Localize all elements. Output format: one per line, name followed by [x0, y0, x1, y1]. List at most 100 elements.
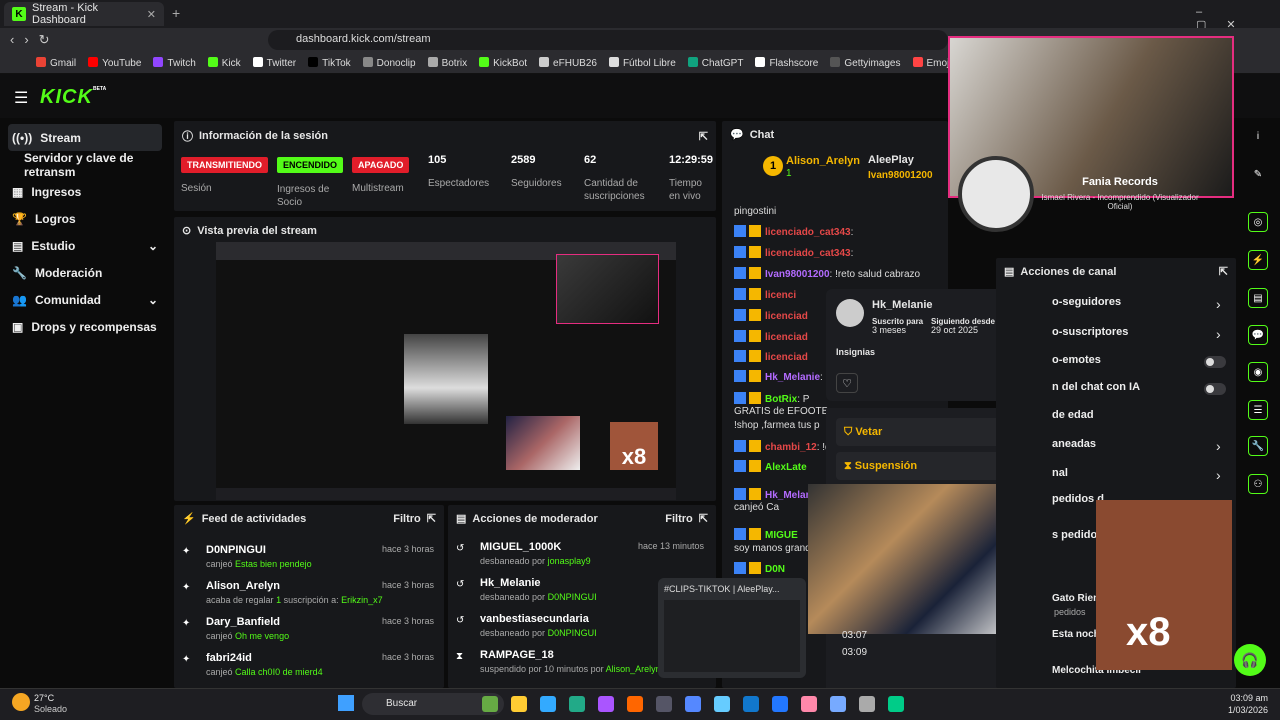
- bookmark-item[interactable]: eFHUB26: [539, 56, 597, 69]
- chat-message[interactable]: licenci: [734, 288, 796, 301]
- chat-message[interactable]: MIGUE: [734, 528, 798, 541]
- taskbar-app-icon[interactable]: [830, 696, 846, 712]
- clips-popup[interactable]: #CLIPS-TIKTOK | AleePlay...: [658, 578, 806, 678]
- url-field[interactable]: dashboard.kick.com/stream: [268, 30, 948, 50]
- bookmark-item[interactable]: Fútbol Libre: [608, 56, 676, 69]
- channel-action-item[interactable]: aneadas: [1052, 438, 1096, 450]
- chat-message[interactable]: pingostini: [734, 206, 776, 217]
- popout-icon[interactable]: ⇱: [1219, 265, 1228, 278]
- chat-message[interactable]: licenciado_cat343:: [734, 246, 853, 259]
- sidebar-item-estudio[interactable]: ▤ Estudio ⌄: [0, 232, 170, 259]
- popout-icon[interactable]: ⇱: [699, 130, 708, 143]
- chat-message[interactable]: !shop ,farmea tus p: [734, 420, 820, 431]
- top-gifter-2-name[interactable]: AleePlay: [868, 154, 914, 166]
- channel-action-item[interactable]: nal: [1052, 467, 1068, 479]
- taskbar-app-icon[interactable]: [743, 696, 759, 712]
- list-item[interactable]: ✦ D0NPINGUI hace 3 horas canjeó Estas bien …: [182, 544, 442, 569]
- wrench-icon[interactable]: 🔧: [1248, 436, 1268, 456]
- taskbar-app-icon[interactable]: [714, 696, 730, 712]
- chat-message[interactable]: GRATIS de EFOOTB: [734, 406, 828, 417]
- taskbar-app-icon[interactable]: [685, 696, 701, 712]
- taskbar-app-icon[interactable]: [511, 696, 527, 712]
- sidebar-item-server[interactable]: Servidor y clave de retransm: [0, 151, 170, 179]
- users-icon[interactable]: ⚇: [1248, 474, 1268, 494]
- bookmark-item[interactable]: KickBot: [479, 56, 527, 69]
- taskbar-app-icon[interactable]: [888, 696, 904, 712]
- bookmark-item[interactable]: Gettyimages: [830, 56, 901, 69]
- top-gifter-name[interactable]: Alison_Arelyn: [786, 155, 860, 167]
- chat-message[interactable]: licenciad: [734, 309, 808, 322]
- bookmark-item[interactable]: YouTube: [88, 56, 141, 69]
- support-icon[interactable]: 🎧: [1234, 644, 1266, 676]
- taskbar-app-icon[interactable]: [772, 696, 788, 712]
- kick-logo[interactable]: KICK: [40, 86, 93, 109]
- note-icon[interactable]: ▤: [1248, 288, 1268, 308]
- feed-filter-button[interactable]: Filtro: [393, 513, 421, 525]
- new-tab-icon[interactable]: +: [172, 5, 180, 21]
- list-item[interactable]: ✦ Alison_Arelyn hace 3 horas acaba de regal…: [182, 580, 442, 605]
- channel-action-item[interactable]: o-seguidores: [1052, 296, 1121, 308]
- bookmark-item[interactable]: Twitter: [252, 56, 296, 69]
- top-gifter-3-name[interactable]: Ivan98001200: [868, 170, 933, 181]
- list-item[interactable]: ✦ fabri24id hace 3 horas canjeó Calla ch0I0…: [182, 652, 442, 677]
- popout-icon[interactable]: ⇱: [699, 512, 708, 525]
- bookmark-item[interactable]: Donoclip: [362, 56, 416, 69]
- nav-arrows-icon[interactable]: ‹›↻: [10, 32, 60, 48]
- sidebar-item-logros[interactable]: 🏆 Logros: [0, 205, 170, 232]
- chat-bubble-icon[interactable]: 💬: [1248, 325, 1268, 345]
- camera-icon[interactable]: ◎: [1248, 212, 1268, 232]
- taskbar-app-icon[interactable]: [540, 696, 556, 712]
- chat-message[interactable]: Hk_Melanie:: [734, 370, 823, 383]
- taskbar-app-icon[interactable]: [627, 696, 643, 712]
- menu-icon[interactable]: ☰: [14, 88, 28, 108]
- channel-action-item[interactable]: de edad: [1052, 409, 1094, 421]
- bookmark-item[interactable]: Kick: [207, 56, 241, 69]
- bolt-icon[interactable]: ⚡: [1248, 250, 1268, 270]
- sidebar-item-comunidad[interactable]: 👥 Comunidad ⌄: [0, 286, 170, 313]
- chevron-right-icon[interactable]: ›: [1216, 467, 1221, 483]
- mod-filter-button[interactable]: Filtro: [665, 513, 693, 525]
- sidebar-item-moderacion[interactable]: 🔧 Moderación: [0, 259, 170, 286]
- layers-icon[interactable]: ☰: [1248, 400, 1268, 420]
- taskbar-app-icon[interactable]: [801, 696, 817, 712]
- sidebar-item-drops[interactable]: ▣ Drops y recompensas: [0, 313, 170, 340]
- bookmark-item[interactable]: Botrix: [427, 56, 467, 69]
- emotes-only-toggle[interactable]: [1204, 383, 1226, 395]
- chevron-right-icon[interactable]: ›: [1216, 296, 1221, 312]
- channel-action-item[interactable]: o-suscriptores: [1052, 326, 1128, 338]
- bookmark-item[interactable]: Gmail: [36, 56, 76, 69]
- chat-message[interactable]: BotRix: P: [734, 392, 809, 405]
- taskbar-app-icon[interactable]: [598, 696, 614, 712]
- bookmark-item[interactable]: Emoji: [912, 56, 952, 69]
- request-item[interactable]: Gato Rien: [1052, 593, 1099, 604]
- windows-start-icon[interactable]: [338, 695, 354, 711]
- info-icon[interactable]: i: [1248, 126, 1268, 146]
- table-row[interactable]: ↺ MIGUEL_1000K hace 13 minutos desbaneado p…: [456, 541, 712, 566]
- chat-message[interactable]: licenciad: [734, 330, 808, 343]
- browser-tab[interactable]: K Stream - Kick Dashboard ✕: [4, 2, 164, 26]
- broadcast-icon[interactable]: ◉: [1248, 362, 1268, 382]
- chat-message[interactable]: D0N: [734, 562, 785, 575]
- bookmark-item[interactable]: Twitch: [153, 56, 196, 69]
- chat-message[interactable]: soy manos grande: [734, 543, 816, 554]
- channel-action-item[interactable]: o-emotes: [1052, 354, 1101, 366]
- heart-icon[interactable]: ♡: [836, 373, 858, 393]
- taskbar-app-icon[interactable]: [656, 696, 672, 712]
- list-item[interactable]: ✦ Dary_Banfield hace 3 horas canjeó Oh me v…: [182, 616, 442, 641]
- chevron-right-icon[interactable]: ›: [1216, 438, 1221, 454]
- taskbar-app-icon[interactable]: [482, 696, 498, 712]
- chat-message[interactable]: AlexLate: [734, 460, 807, 473]
- taskbar-app-icon[interactable]: [859, 696, 875, 712]
- sidebar-item-stream[interactable]: ((•)) Stream: [8, 124, 162, 151]
- chat-message[interactable]: licenciad: [734, 350, 808, 363]
- close-tab-icon[interactable]: ✕: [147, 8, 156, 21]
- subs-only-toggle[interactable]: [1204, 356, 1226, 368]
- chat-message[interactable]: canjeó Ca: [734, 502, 779, 513]
- chat-message[interactable]: licenciado_cat343:: [734, 225, 853, 238]
- channel-action-item[interactable]: n del chat con IA: [1052, 381, 1140, 393]
- chevron-right-icon[interactable]: ›: [1216, 326, 1221, 342]
- taskbar-app-icon[interactable]: [569, 696, 585, 712]
- bookmark-item[interactable]: ChatGPT: [687, 56, 743, 69]
- popout-icon[interactable]: ⇱: [427, 512, 436, 525]
- bookmark-item[interactable]: TikTok: [308, 56, 351, 69]
